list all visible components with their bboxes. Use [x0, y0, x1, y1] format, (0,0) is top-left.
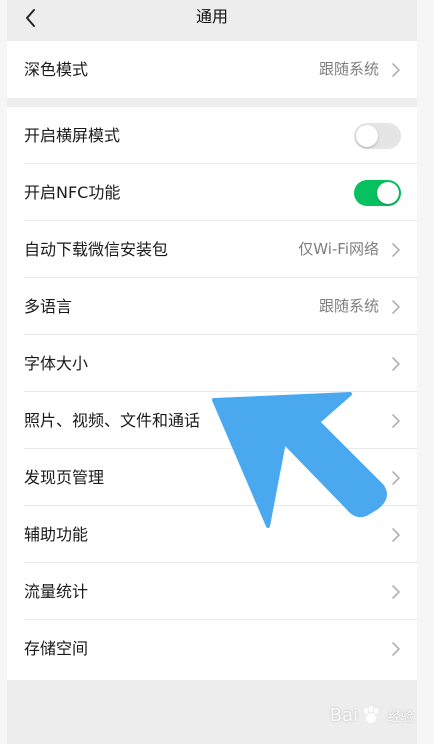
- nfc-row: 开启NFC功能: [7, 164, 417, 221]
- media-label: 照片、视频、文件和通话: [24, 411, 201, 430]
- settings-group-display: 深色模式 跟随系统: [7, 41, 417, 98]
- chevron-right-icon: [392, 528, 400, 542]
- storage-label: 存储空间: [24, 639, 89, 658]
- landscape-mode-label: 开启横屏模式: [24, 126, 121, 145]
- accessibility-label: 辅助功能: [24, 525, 89, 544]
- discover-management-row[interactable]: 发现页管理: [7, 449, 417, 506]
- chevron-right-icon: [392, 243, 400, 257]
- data-usage-label: 流量统计: [24, 582, 89, 601]
- chevron-right-icon: [392, 300, 400, 314]
- dark-mode-row[interactable]: 深色模式 跟随系统: [7, 41, 417, 98]
- navigation-bar: 通用: [7, 0, 417, 40]
- auto-download-label: 自动下载微信安装包: [24, 240, 169, 259]
- settings-screen: 通用 深色模式 跟随系统 开启横屏模式 开启NFC功能 自动下载微信安装包 仅W…: [7, 0, 417, 744]
- media-row[interactable]: 照片、视频、文件和通话: [7, 392, 417, 449]
- chevron-right-icon: [392, 357, 400, 371]
- language-row[interactable]: 多语言 跟随系统: [7, 278, 417, 335]
- chevron-right-icon: [392, 63, 400, 77]
- toggle-knob: [377, 182, 399, 204]
- settings-group-general: 开启横屏模式 开启NFC功能 自动下载微信安装包 仅Wi-Fi网络 多语言 跟随…: [7, 107, 417, 680]
- dark-mode-value: 跟随系统: [318, 60, 379, 78]
- landscape-mode-row: 开启横屏模式: [7, 107, 417, 164]
- auto-download-row[interactable]: 自动下载微信安装包 仅Wi-Fi网络: [7, 221, 417, 278]
- chevron-right-icon: [392, 414, 400, 428]
- right-edge: [417, 0, 434, 744]
- chevron-left-icon[interactable]: [19, 6, 43, 30]
- toggle-knob: [356, 125, 378, 147]
- accessibility-row[interactable]: 辅助功能: [7, 506, 417, 563]
- page-title: 通用: [195, 7, 228, 26]
- font-size-row[interactable]: 字体大小: [7, 335, 417, 392]
- discover-management-label: 发现页管理: [24, 468, 105, 487]
- language-value: 跟随系统: [318, 297, 379, 315]
- nfc-toggle[interactable]: [354, 180, 401, 206]
- left-edge: [0, 0, 7, 744]
- language-label: 多语言: [24, 297, 73, 316]
- auto-download-value: 仅Wi-Fi网络: [298, 240, 379, 258]
- data-usage-row[interactable]: 流量统计: [7, 563, 417, 620]
- dark-mode-label: 深色模式: [24, 60, 89, 79]
- chevron-right-icon: [392, 585, 400, 599]
- storage-row[interactable]: 存储空间: [7, 620, 417, 677]
- font-size-label: 字体大小: [24, 354, 89, 373]
- nfc-label: 开启NFC功能: [24, 183, 121, 202]
- chevron-right-icon: [392, 642, 400, 656]
- chevron-right-icon: [392, 471, 400, 485]
- landscape-mode-toggle[interactable]: [354, 123, 401, 149]
